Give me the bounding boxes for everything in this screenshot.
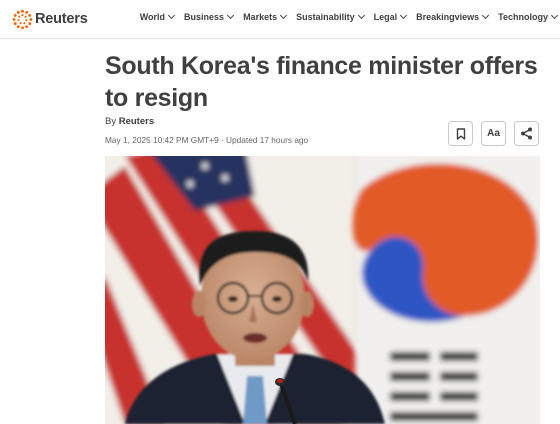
share-icon bbox=[521, 127, 532, 140]
article-lead-photo[interactable] bbox=[105, 156, 540, 424]
reuters-logo-icon bbox=[12, 9, 33, 29]
nav-label: Sustainability bbox=[296, 12, 355, 22]
chevron-down-icon bbox=[280, 11, 288, 20]
nav-label: Markets bbox=[243, 12, 278, 22]
bookmark-icon bbox=[456, 127, 465, 140]
nav-item-markets[interactable]: Markets bbox=[243, 11, 288, 22]
chevron-down-icon bbox=[167, 11, 176, 20]
byline-author-link[interactable]: Reuters bbox=[119, 116, 154, 127]
text-size-button[interactable]: Aa bbox=[481, 121, 506, 146]
save-article-button[interactable] bbox=[448, 121, 473, 146]
reuters-logo[interactable]: Reuters bbox=[12, 8, 88, 30]
share-button[interactable] bbox=[514, 121, 539, 146]
nav-item-world[interactable]: World bbox=[139, 11, 176, 22]
nav-label: World bbox=[139, 12, 166, 22]
nav-label: Technology bbox=[498, 12, 548, 22]
photo-image bbox=[105, 156, 540, 424]
chevron-down-icon bbox=[550, 11, 559, 20]
nav-item-business[interactable]: Business bbox=[184, 11, 235, 22]
chevron-down-icon bbox=[400, 11, 408, 20]
nav-item-sustainability[interactable]: Sustainability bbox=[296, 11, 365, 22]
nav-item-technology[interactable]: Technology bbox=[498, 11, 559, 22]
article-dateline: May 1, 2025 10:42 PM GMT+9 · Updated 17 … bbox=[105, 135, 309, 145]
nav-label: Legal bbox=[373, 12, 398, 22]
main-nav: World Business Markets Sustainability Le… bbox=[139, 11, 560, 22]
chevron-down-icon bbox=[227, 11, 235, 20]
article-byline: By Reuters bbox=[105, 116, 154, 127]
site-header: Reuters World Business Markets Sustainab… bbox=[0, 0, 560, 39]
nav-item-legal[interactable]: Legal bbox=[373, 11, 408, 22]
byline-prefix: By bbox=[105, 116, 117, 127]
chevron-down-icon bbox=[482, 11, 490, 20]
text-size-label: Aa bbox=[487, 128, 500, 139]
article-headline: South Korea's finance minister offers to… bbox=[105, 52, 538, 112]
nav-label: Breakingviews bbox=[416, 12, 480, 22]
nav-item-breakingviews[interactable]: Breakingviews bbox=[416, 11, 490, 22]
nav-label: Business bbox=[184, 12, 225, 22]
chevron-down-icon bbox=[357, 11, 365, 20]
reuters-wordmark: Reuters bbox=[35, 11, 88, 27]
